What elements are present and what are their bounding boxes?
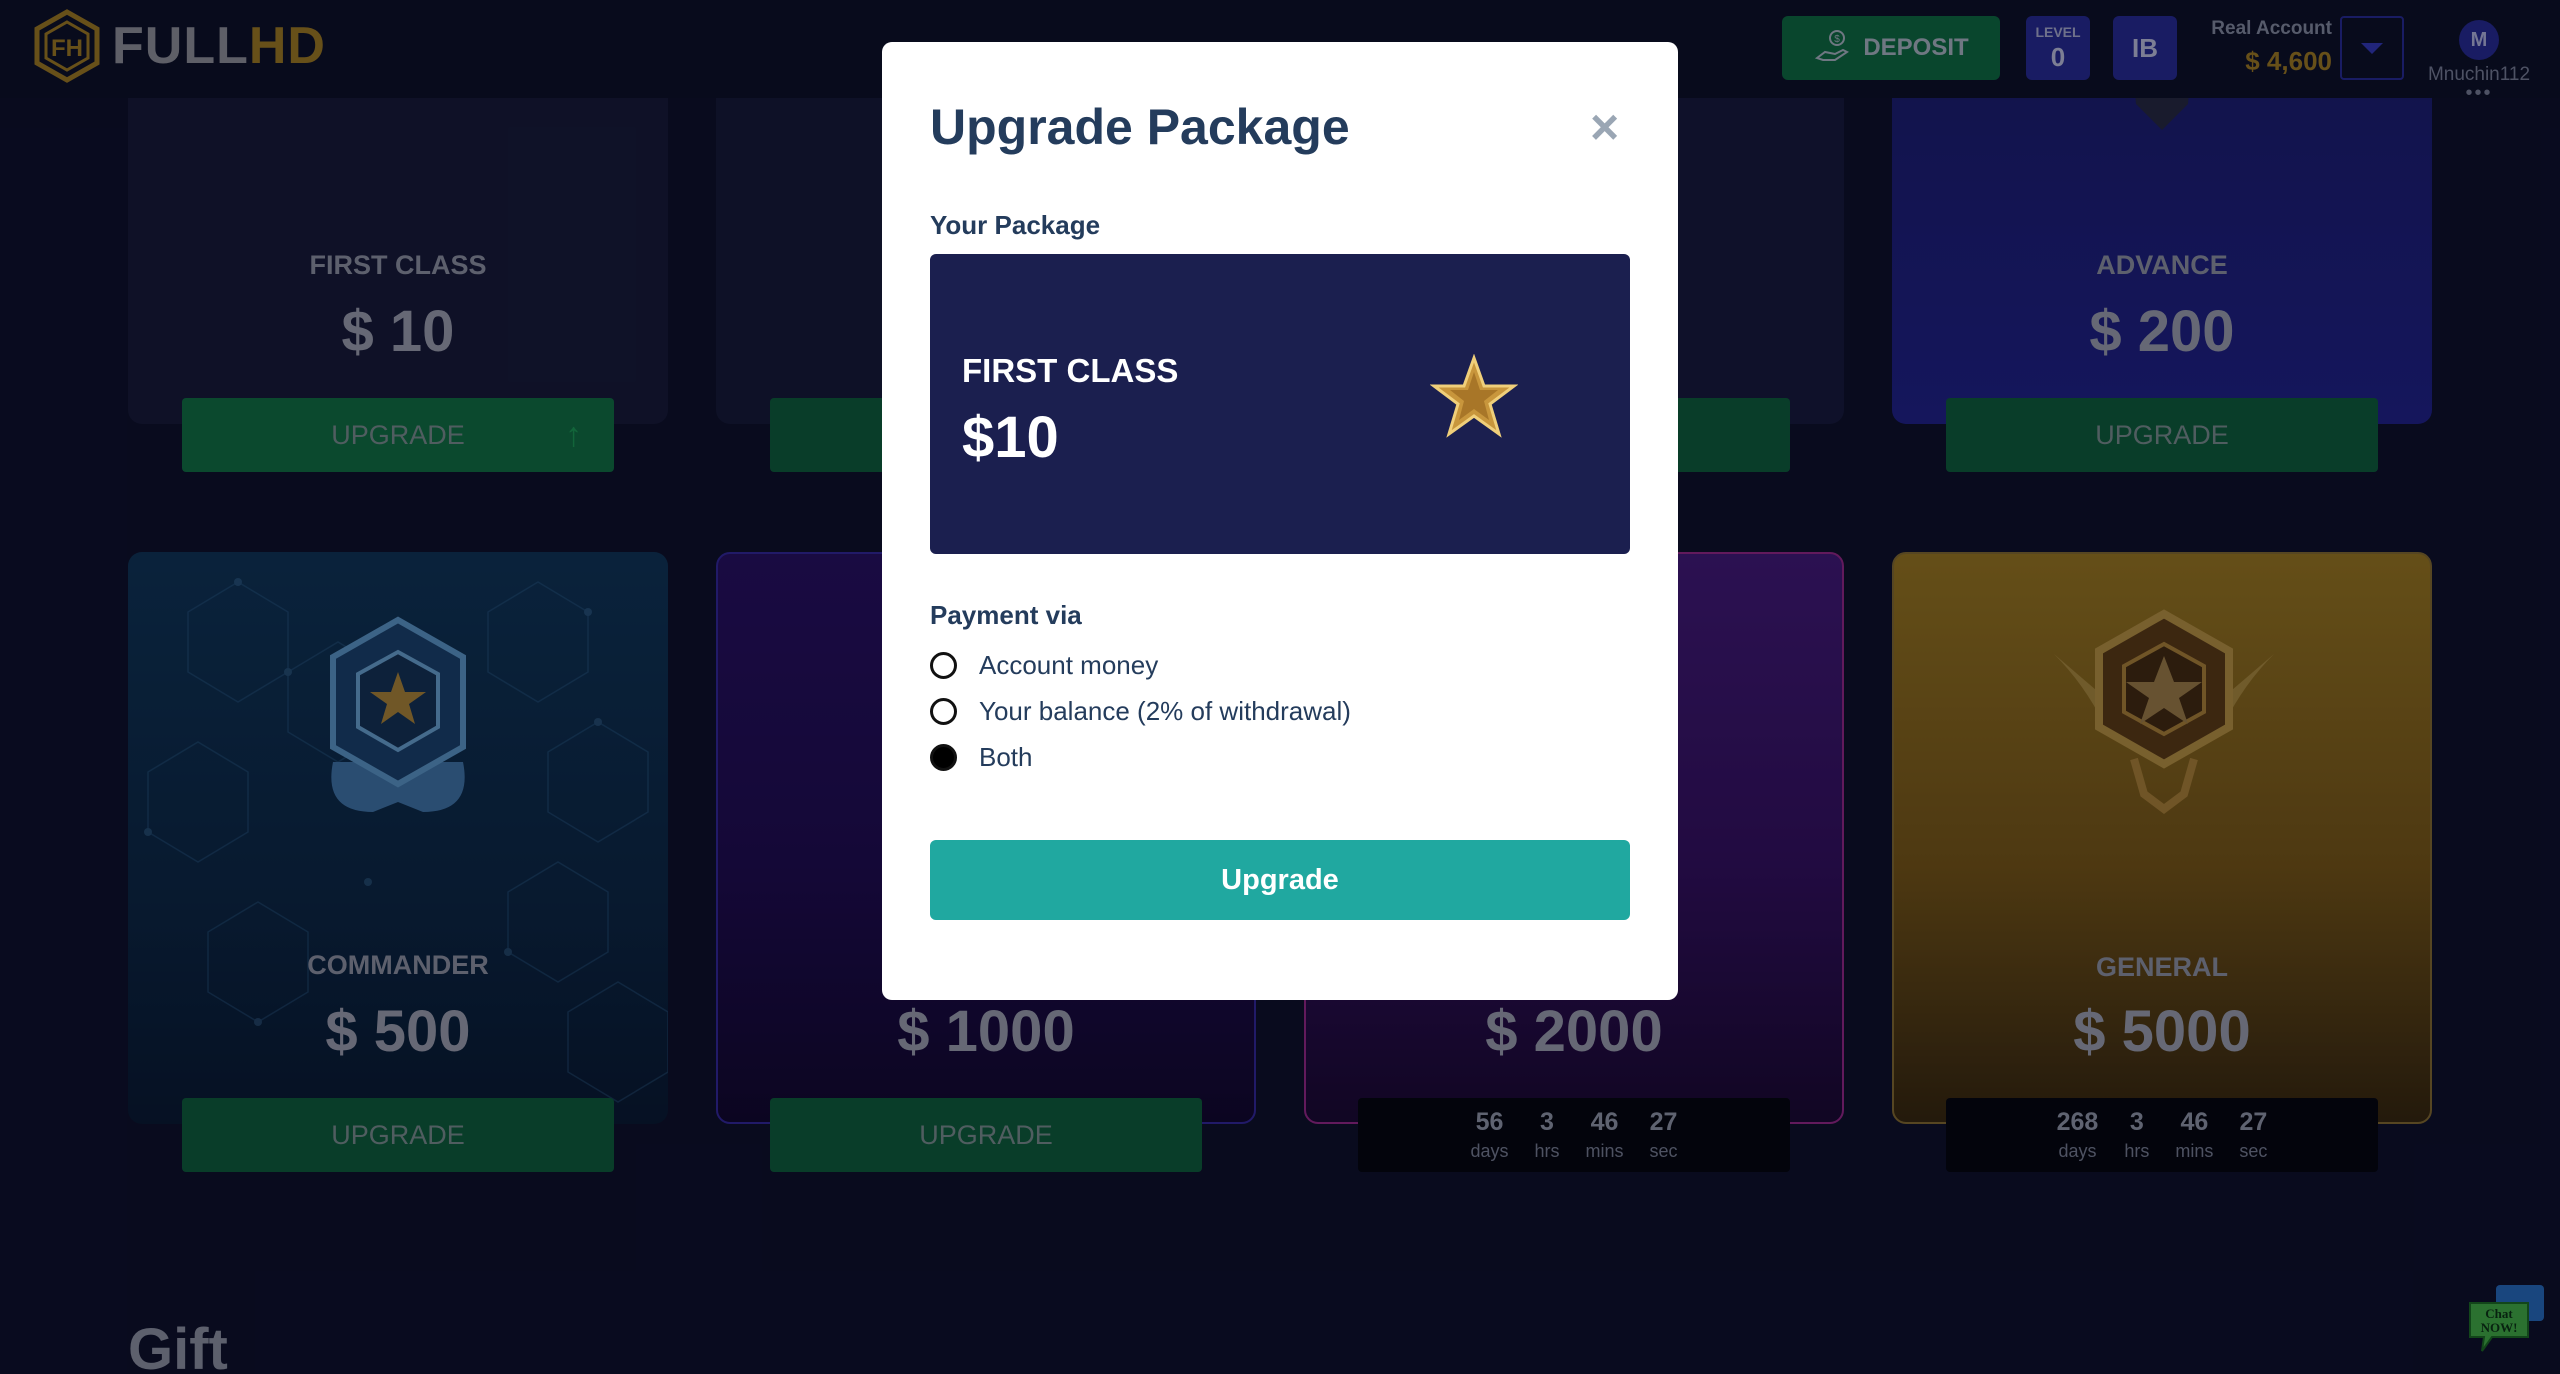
payment-via-label: Payment via: [930, 600, 1082, 630]
radio-button[interactable]: [930, 652, 957, 679]
selected-package-card: FIRST CLASS $10: [930, 254, 1630, 554]
payment-option-both[interactable]: Both: [930, 742, 1033, 773]
radio-button[interactable]: [930, 698, 957, 725]
modal-title: Upgrade Package: [930, 99, 1350, 155]
payment-option-label: Your balance (2% of withdrawal): [979, 696, 1351, 726]
your-package-label: Your Package: [930, 210, 1101, 240]
upgrade-package-modal: Upgrade Package × Your Package FIRST CLA…: [882, 42, 1678, 1000]
upgrade-submit-button[interactable]: Upgrade: [930, 840, 1630, 920]
close-icon[interactable]: ×: [1590, 102, 1619, 152]
page: FH FULLHD $ DEPOSIT LEVEL 0 IB Real Acco…: [0, 0, 2560, 1374]
selected-package-price: $10: [962, 405, 1059, 470]
payment-option-label: Both: [979, 742, 1033, 772]
payment-option-label: Account money: [979, 650, 1159, 680]
selected-package-name: FIRST CLASS: [962, 352, 1179, 389]
payment-option-your-balance[interactable]: Your balance (2% of withdrawal): [930, 696, 1351, 727]
payment-option-account-money[interactable]: Account money: [930, 650, 1158, 681]
radio-button-selected[interactable]: [930, 744, 957, 771]
gold-star-icon: [1430, 354, 1518, 438]
